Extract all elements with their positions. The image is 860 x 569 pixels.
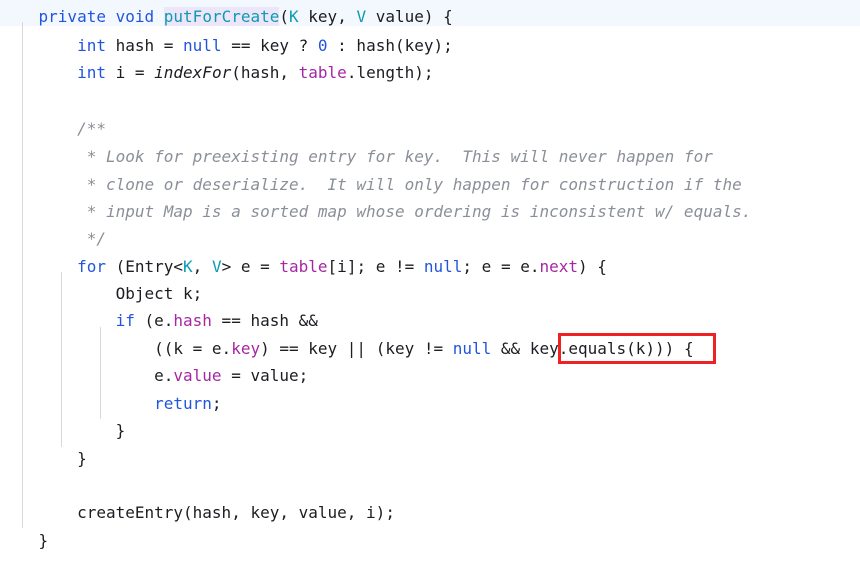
- code-token: == hash &&: [211, 311, 318, 330]
- code-token: * clone or deserialize. It will only hap…: [0, 175, 742, 194]
- code-token: ; e = e.: [462, 257, 540, 276]
- code-line[interactable]: if (e.hash == hash &&: [0, 308, 318, 334]
- code-token: value) {: [366, 7, 453, 26]
- code-token: V: [211, 257, 222, 276]
- code-line[interactable]: */: [0, 226, 106, 252]
- code-line[interactable]: private void putForCreate(K key, V value…: [0, 4, 453, 30]
- code-line[interactable]: Object k;: [0, 281, 203, 307]
- code-token: && key.equals(k))) {: [491, 339, 694, 358]
- code-line[interactable]: * input Map is a sorted map whose orderi…: [0, 199, 752, 225]
- code-token: /**: [0, 119, 106, 138]
- code-line[interactable]: * Look for preexisting entry for key. Th…: [0, 144, 713, 170]
- code-token: }: [0, 421, 126, 440]
- code-token: indexFor: [154, 63, 232, 82]
- code-line[interactable]: return;: [0, 391, 222, 417]
- code-line[interactable]: e.value = value;: [0, 363, 308, 389]
- code-token: [i]; e !=: [327, 257, 424, 276]
- code-token: hash: [173, 311, 212, 330]
- code-line[interactable]: }: [0, 528, 49, 554]
- code-token: null: [452, 339, 492, 358]
- code-token: e.: [0, 366, 174, 385]
- code-token: K: [289, 7, 299, 26]
- code-token: K: [183, 257, 193, 276]
- code-text-layer[interactable]: private void putForCreate(K key, V value…: [0, 0, 860, 569]
- code-editor-viewport[interactable]: */ private void putForCreate(K key, V va…: [0, 0, 860, 569]
- code-token: ) {: [578, 257, 607, 276]
- code-token: ) == key || (key !=: [260, 339, 453, 358]
- code-token: ,: [192, 257, 212, 276]
- code-line[interactable]: createEntry(hash, key, value, i);: [0, 500, 395, 526]
- code-token: table: [279, 257, 328, 276]
- code-token: createEntry(hash, key, value, i);: [0, 503, 395, 522]
- code-token: key: [231, 339, 261, 358]
- code-token: if: [115, 311, 135, 330]
- code-token: V: [356, 7, 367, 26]
- code-line[interactable]: * clone or deserialize. It will only hap…: [0, 172, 742, 198]
- code-line[interactable]: }: [0, 446, 87, 472]
- code-token: return: [154, 394, 212, 413]
- code-line[interactable]: /**: [0, 116, 106, 142]
- code-token: next: [539, 257, 578, 276]
- code-token: (hash,: [231, 63, 299, 82]
- code-token: (Entry<: [105, 257, 184, 276]
- code-token: : hash(key);: [327, 36, 453, 55]
- code-token: * Look for preexisting entry for key. Th…: [0, 147, 713, 166]
- code-token: == key ?: [221, 36, 318, 55]
- code-token: (e.: [134, 311, 174, 330]
- code-line[interactable]: }: [0, 418, 126, 444]
- code-token: .length);: [346, 63, 434, 82]
- code-token: void: [115, 7, 155, 26]
- code-token: int: [77, 36, 106, 55]
- code-token: key,: [298, 7, 357, 26]
- code-token: * input Map is a sorted map whose orderi…: [0, 202, 752, 221]
- code-token: ;: [211, 394, 222, 413]
- code-token: value: [173, 366, 222, 385]
- code-token: = value;: [221, 366, 309, 385]
- code-token: 0: [317, 36, 328, 55]
- code-token: table: [298, 63, 347, 82]
- code-token: */: [0, 229, 106, 248]
- code-token: hash =: [105, 36, 184, 55]
- code-line[interactable]: ((k = e.key) == key || (key != null && k…: [0, 336, 694, 362]
- code-token: (: [279, 7, 290, 26]
- code-line[interactable]: for (Entry<K, V> e = table[i]; e != null…: [0, 254, 607, 280]
- code-token: }: [0, 531, 49, 550]
- code-token: for: [77, 257, 106, 276]
- code-token: int: [77, 63, 106, 82]
- code-line[interactable]: int hash = null == key ? 0 : hash(key);: [0, 33, 453, 59]
- code-token: private: [38, 7, 106, 26]
- code-line[interactable]: int i = indexFor(hash, table.length);: [0, 60, 434, 86]
- code-token: putForCreate: [163, 7, 280, 26]
- code-token: ((k = e.: [0, 339, 232, 358]
- code-token: }: [0, 449, 87, 468]
- code-token: > e =: [221, 257, 280, 276]
- code-token: i =: [105, 63, 155, 82]
- code-token: Object k;: [0, 284, 203, 303]
- code-token: null: [423, 257, 463, 276]
- code-token: null: [183, 36, 222, 55]
